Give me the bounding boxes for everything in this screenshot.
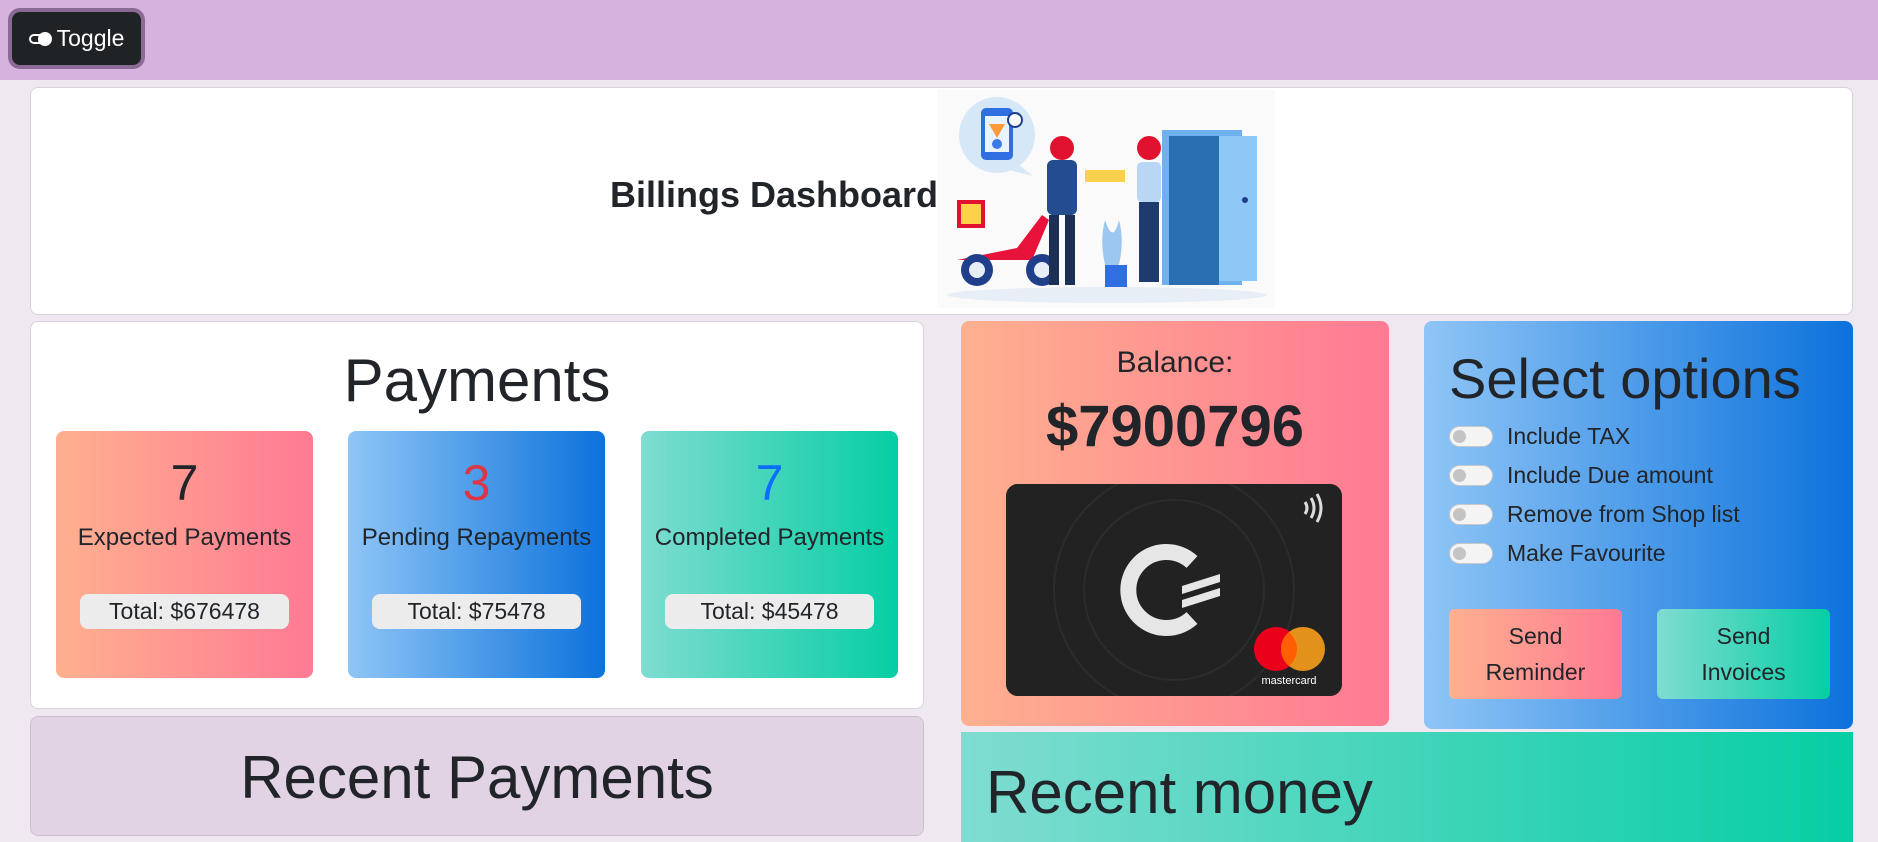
sidebar-toggle-button[interactable]: Toggle xyxy=(8,8,145,69)
select-options-title: Select options xyxy=(1449,347,1801,410)
toggle-icon xyxy=(28,31,53,46)
select-options-card: Select options Include TAX Include Due a… xyxy=(1424,321,1853,729)
remove-from-shop-list-label: Remove from Shop list xyxy=(1507,500,1740,527)
send-invoices-button[interactable]: Send Invoices xyxy=(1657,609,1830,699)
expected-payments-count: 7 xyxy=(170,455,199,511)
completed-payments-count: 7 xyxy=(755,455,784,511)
completed-payments-total: Total: $45478 xyxy=(665,594,874,629)
option-make-favourite: Make Favourite xyxy=(1449,538,1666,568)
expected-payments-total: Total: $676478 xyxy=(80,594,289,629)
completed-payments-label: Completed Payments xyxy=(654,524,885,551)
include-due-amount-label: Include Due amount xyxy=(1507,461,1713,488)
make-favourite-label: Make Favourite xyxy=(1507,539,1666,566)
option-include-tax: Include TAX xyxy=(1449,421,1630,451)
balance-card: Balance: $7900796 mastercard xyxy=(961,321,1389,726)
send-reminder-button[interactable]: Send Reminder xyxy=(1449,609,1622,699)
option-remove-from-shop-list: Remove from Shop list xyxy=(1449,499,1740,529)
expected-payments-label: Expected Payments xyxy=(77,524,292,551)
pending-repayments-total: Total: $75478 xyxy=(372,594,581,629)
toggle-button-label: Toggle xyxy=(56,25,125,51)
page-title: Billings Dashboard xyxy=(610,174,939,215)
recent-money-title: Recent money xyxy=(986,759,1373,826)
pending-repayments-label: Pending Repayments xyxy=(361,524,592,551)
remove-from-shop-list-toggle[interactable] xyxy=(1449,503,1493,525)
include-tax-label: Include TAX xyxy=(1507,422,1631,449)
payments-title: Payments xyxy=(343,347,611,414)
make-favourite-toggle[interactable] xyxy=(1449,542,1493,564)
send-invoices-label: Send Invoices xyxy=(1701,623,1786,685)
mastercard-wordmark: mastercard xyxy=(1261,675,1316,687)
balance-label: Balance: xyxy=(1116,346,1234,379)
delivery-illustration xyxy=(937,90,1275,308)
credit-card-image: mastercard xyxy=(1006,484,1342,696)
include-tax-toggle[interactable] xyxy=(1449,425,1493,447)
recent-money-card: Recent money xyxy=(961,732,1853,842)
recent-payments-card: Recent Payments xyxy=(30,716,924,836)
expected-payments-card: 7 Expected Payments Total: $676478 xyxy=(56,431,313,678)
pending-repayments-count: 3 xyxy=(462,455,491,511)
top-navbar: Toggle xyxy=(0,0,1878,80)
pending-repayments-card: 3 Pending Repayments Total: $75478 xyxy=(348,431,605,678)
send-reminder-label: Send Reminder xyxy=(1485,623,1586,685)
include-due-amount-toggle[interactable] xyxy=(1449,464,1493,486)
option-include-due-amount: Include Due amount xyxy=(1449,460,1713,490)
mastercard-logo-icon xyxy=(1254,627,1325,671)
recent-payments-title: Recent Payments xyxy=(240,744,714,811)
balance-amount: $7900796 xyxy=(1045,394,1305,459)
completed-payments-card: 7 Completed Payments Total: $45478 xyxy=(641,431,898,678)
